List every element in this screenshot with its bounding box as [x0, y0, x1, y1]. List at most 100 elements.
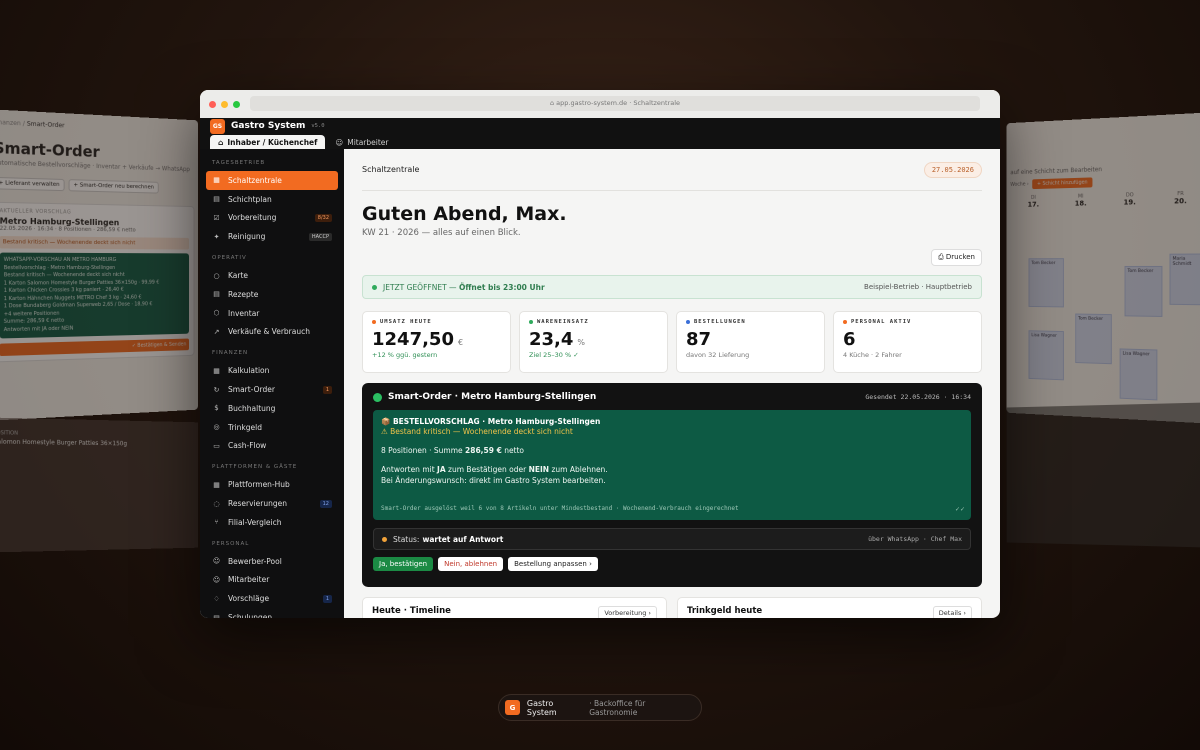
sidebar-item-schichtplan[interactable]: ▤ Schichtplan	[206, 190, 338, 209]
message-title: 📦 BESTELLVORSCHLAG · Metro Hamburg-Stell…	[381, 417, 601, 426]
open-status-bar: JETZT GEÖFFNET — Öffnet bis 23:00 Uhr Be…	[362, 275, 982, 299]
sidebar-item-label: Vorbereitung	[228, 213, 277, 223]
tab-owner[interactable]: ⌂ Inhaber / Küchenchef	[210, 135, 326, 149]
address-bar[interactable]: ⌂ app.gastro-system.de · Schaltzentrale	[250, 96, 980, 111]
sidebar-item-smart-order[interactable]: ↻ Smart-Order 1	[206, 380, 338, 399]
sidebar-item-verkäufe-verbrauch[interactable]: ↗ Verkäufe & Verbrauch	[206, 323, 338, 342]
ghost-crumb-parent: Finanzen	[0, 118, 21, 128]
background-window-schedule: auf eine Schicht zum Bearbeiten Woche › +…	[1006, 112, 1200, 424]
message-footer: Smart-Order ausgelöst weil 6 von 8 Artik…	[381, 505, 739, 512]
stat-value-row: 6	[843, 329, 972, 350]
whatsapp-icon	[373, 392, 382, 402]
sidebar-item-filial-vergleich[interactable]: ⑂ Filial-Vergleich	[206, 513, 338, 532]
refresh-icon: ↻	[213, 385, 220, 394]
stat-value: 23,4	[529, 329, 574, 350]
tab-employees[interactable]: ☺ Mitarbeiter	[327, 135, 396, 149]
sidebar-item-bewerber-pool[interactable]: ☺ Bewerber-Pool	[206, 552, 338, 571]
footer-description: · Backoffice für Gastronomie	[589, 698, 646, 717]
sidebar-item-label: Vorschläge	[228, 594, 270, 604]
stat-label-text: UMSATZ HEUTE	[380, 319, 432, 325]
ghost-day: DO 19.	[1124, 192, 1136, 206]
app-name: Gastro System	[231, 121, 306, 131]
sidebar-item-label: Reservierungen	[228, 499, 287, 509]
stat-value-row: 1247,50 €	[372, 329, 501, 350]
ghost-day: FR 20.	[1174, 191, 1187, 206]
answer-b: zum Bestätigen oder	[448, 465, 527, 474]
stat-value: 6	[843, 329, 856, 350]
sidebar-item-label: Kalkulation	[228, 366, 270, 376]
print-button[interactable]: ⎙ Drucken	[931, 249, 982, 266]
timeline-panel: Heute · Timeline Vorbereitung ›	[362, 597, 667, 618]
chart-icon: ↗	[213, 327, 220, 336]
edit-order-button[interactable]: Bestellung anpassen ›	[508, 557, 598, 571]
sidebar-item-trinkgeld[interactable]: ◎ Trinkgeld	[206, 418, 338, 437]
sidebar-item-reservierungen[interactable]: ◌ Reservierungen 12	[206, 494, 338, 513]
ghost-shift: Tom Becker	[1124, 265, 1163, 317]
date-badge: 27.05.2026	[923, 161, 982, 178]
page-subtitle: KW 21 · 2026 — alles auf einen Blick.	[362, 228, 521, 238]
reject-button[interactable]: Nein, ablehnen	[438, 557, 504, 571]
footer-logo: G	[505, 700, 520, 715]
stat-card: UMSATZ HEUTE 1247,50 € +12 % ggü. gestern	[362, 311, 511, 373]
close-dot-icon[interactable]	[209, 100, 216, 108]
sidebar-item-kalkulation[interactable]: ▦ Kalkulation	[206, 361, 338, 380]
ghost-preview-line: WHATSAPP-VORSCHAU AN METRO HAMBURG	[3, 256, 117, 264]
sidebar-item-label: Schaltzentrale	[228, 175, 282, 185]
stat-dot-icon	[372, 320, 376, 324]
user-plus-icon: ☺	[212, 557, 221, 566]
coin-icon: ◎	[213, 423, 220, 432]
sidebar-item-inventar[interactable]: ⬡ Inventar	[206, 304, 338, 323]
confirm-button[interactable]: Ja, bestätigen	[373, 557, 434, 571]
sidebar-item-buchhaltung[interactable]: $ Buchhaltung	[206, 399, 338, 418]
app-logo: GS	[210, 118, 225, 134]
grid-icon: ▦	[213, 176, 220, 185]
ghost-day: MI 18.	[1074, 193, 1087, 208]
sidebar-item-label: Schulungen	[228, 613, 273, 618]
status-via: über WhatsApp · Chef Max	[868, 535, 962, 543]
sidebar-badge: 8/32	[314, 213, 332, 222]
browser-chrome: ⌂ app.gastro-system.de · Schaltzentrale	[200, 90, 1000, 118]
ghost-shift: Lisa Wagner	[1119, 348, 1158, 401]
sidebar-item-plattformen-hub[interactable]: ▦ Plattformen-Hub	[206, 475, 338, 494]
sidebar-item-karte[interactable]: ○ Karte	[206, 266, 338, 285]
minimize-dot-icon[interactable]	[221, 100, 228, 108]
sidebar-item-vorbereitung[interactable]: ☑ Vorbereitung 8/32	[206, 209, 338, 228]
app-window: ⌂ app.gastro-system.de · Schaltzentrale …	[200, 90, 1000, 618]
ghost-proposal-card: AKTUELLER VORSCHLAG Metro Hamburg-Stelli…	[0, 201, 195, 363]
maximize-dot-icon[interactable]	[233, 100, 240, 108]
stat-card: BESTELLUNGEN 87 davon 32 Lieferung	[676, 311, 825, 373]
sidebar-item-label: Karte	[228, 271, 249, 281]
sidebar-item-label: Rezepte	[228, 289, 259, 299]
sidebar-item-schulungen[interactable]: ▤ Schulungen	[206, 608, 338, 618]
users-icon: ☺	[212, 575, 221, 584]
sidebar-badge: 1	[322, 385, 332, 394]
sidebar-item-reinigung[interactable]: ✦ Reinigung HACCP	[206, 227, 338, 246]
ghost-shift: Tom Becker	[1075, 313, 1112, 365]
message-summary: 8 Positionen · Summe 286,59 € netto	[381, 446, 963, 455]
sidebar-item-cash-flow[interactable]: ▭ Cash-Flow	[206, 437, 338, 456]
sidebar-item-schaltzentrale[interactable]: ▦ Schaltzentrale	[206, 171, 338, 190]
tab-employees-label: Mitarbeiter	[347, 137, 389, 147]
stat-value: 87	[686, 329, 712, 350]
printer-icon: ⎙	[938, 253, 946, 261]
timeline-button[interactable]: Vorbereitung ›	[598, 606, 657, 618]
chat-icon: ◌	[213, 499, 220, 508]
smart-order-title: Smart-Order · Metro Hamburg-Stellingen	[388, 392, 597, 402]
dollar-icon: $	[214, 404, 219, 413]
tips-details-button[interactable]: Details ›	[932, 606, 972, 618]
sidebar-item-vorschläge[interactable]: ♢ Vorschläge 1	[206, 589, 338, 608]
stat-label: BESTELLUNGEN	[686, 319, 815, 325]
stat-dot-icon	[529, 320, 533, 324]
tips-title: Trinkgeld heute	[687, 606, 763, 616]
sidebar-item-label: Verkäufe & Verbrauch	[228, 327, 310, 337]
tips-panel: Trinkgeld heute Details ›	[677, 597, 982, 618]
stat-label: PERSONAL AKTIV	[843, 319, 972, 325]
sidebar-item-mitarbeiter[interactable]: ☺ Mitarbeiter	[206, 571, 338, 590]
sidebar: Tagesbetrieb ▦ Schaltzentrale ▤ Schichtplan ☑…	[200, 149, 344, 618]
message-change-hint: Bei Änderungswunsch: direkt im Gastro Sy…	[381, 476, 606, 485]
sidebar-item-rezepte[interactable]: ▤ Rezepte	[206, 285, 338, 304]
ghost-date: 18.	[1074, 199, 1087, 208]
ghost-shift: Tom Becker	[1028, 258, 1064, 308]
page-title: Guten Abend, Max.	[362, 203, 567, 225]
ghost-week-label: Woche ›	[1010, 181, 1029, 188]
